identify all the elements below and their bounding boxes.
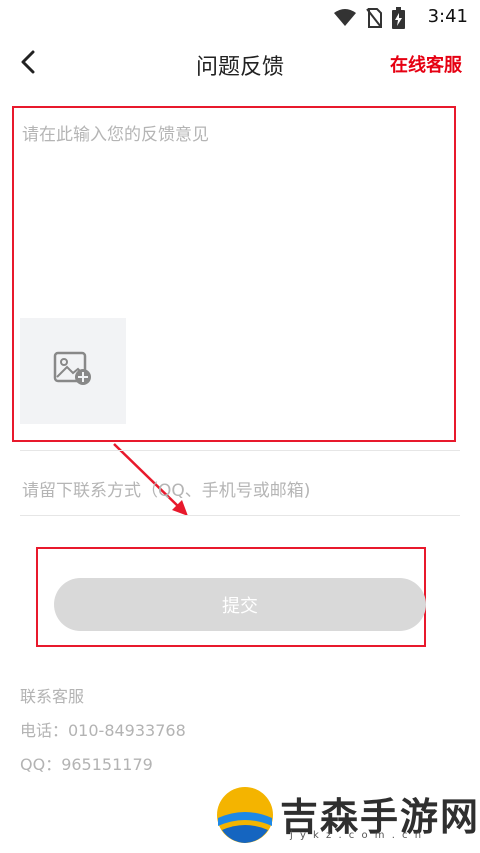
online-service-button[interactable]: 在线客服 [390, 51, 462, 77]
watermark-url: j y k z . c o m . c n [290, 830, 424, 841]
battery-charging-icon [392, 7, 405, 33]
add-image-button[interactable] [20, 318, 126, 424]
status-icons [334, 7, 405, 33]
watermark-logo-icon [214, 784, 276, 850]
service-qq: QQ：965151179 [20, 755, 153, 774]
status-bar: 3:41 [0, 0, 480, 34]
service-title: 联系客服 [20, 687, 85, 706]
watermark: 吉森手游网 j y k z . c o m . c n [210, 780, 480, 853]
top-bar: 问题反馈 在线客服 [0, 34, 480, 94]
divider [20, 450, 460, 451]
service-info: 联系客服 电话：010-84933768 QQ：965151179 [20, 686, 186, 788]
divider [20, 515, 460, 516]
no-sim-icon [366, 8, 382, 32]
status-time: 3:41 [427, 6, 468, 27]
wifi-icon [334, 9, 356, 31]
feedback-textarea[interactable] [20, 118, 454, 302]
submit-button[interactable]: 提交 [54, 578, 426, 631]
image-add-icon [53, 351, 93, 391]
service-phone[interactable]: 电话：010-84933768 [20, 720, 186, 754]
contact-input[interactable] [20, 470, 454, 512]
